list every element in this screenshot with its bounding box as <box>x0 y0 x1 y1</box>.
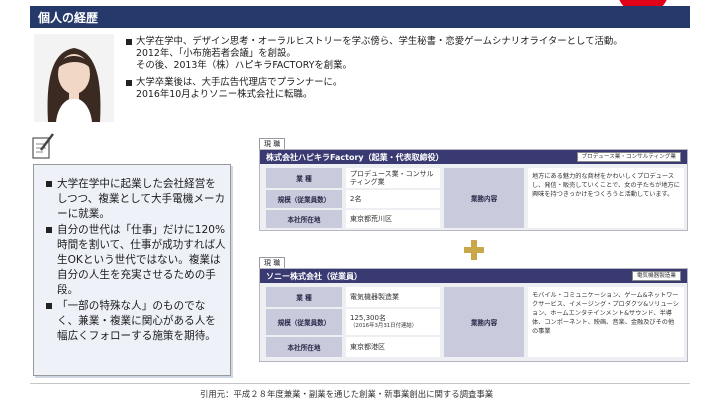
row-value: 東京都荒川区 <box>346 210 440 228</box>
biz-content: モバイル・コミュニケーション、ゲーム&ネットワークサービス、イメージング・プロダ… <box>528 287 684 357</box>
comment-item: 「一部の特殊な人」のものでなく、兼業・複業に関心がある人を幅広くフォローする施策… <box>46 299 226 344</box>
section-header: 個人の経歴 <box>30 6 690 28</box>
row-value-text: 東京都港区 <box>350 343 385 351</box>
bio-line: 2016年10月よりソニー株式会社に転職。 <box>136 89 313 100</box>
industry-badge: プロデュース業・コンサルティング業 <box>576 152 681 162</box>
bullet-icon <box>126 39 132 45</box>
comment-text: 自分の世代は「仕事」だけに120%時間を割いて、仕事が成功すれば人生OKという世… <box>57 224 226 296</box>
row-value-text: 125,300名 <box>350 314 386 322</box>
comment-box: 大学在学中に起業した会社経営をしつつ、複業として大手電機メーカーに就業。 自分の… <box>33 164 231 376</box>
row-value: 電気機器製造業 <box>346 287 440 307</box>
avatar <box>34 34 114 122</box>
row-value-note: （2016年3月31日付連結） <box>350 323 418 329</box>
biz-label: 業務内容 <box>444 287 524 357</box>
bullet-icon <box>46 181 52 187</box>
comment-text: 「一部の特殊な人」のものでなく、兼業・複業に関心がある人を幅広くフォローする施策… <box>57 300 216 342</box>
comment-item: 自分の世代は「仕事」だけに120%時間を割いて、仕事が成功すれば人生OKという世… <box>46 223 226 298</box>
company-card-2: ソニー株式会社（従業員） 電気機器製造業 業 種 電気機器製造業 規模（従業員数… <box>259 268 688 362</box>
row-value-text: プロデュース業・コンサルティング業 <box>350 170 434 186</box>
comment-list: 大学在学中に起業した会社経営をしつつ、複業として大手電機メーカーに就業。 自分の… <box>46 177 226 345</box>
row-value-text: 東京都荒川区 <box>350 215 392 223</box>
comment-text: 大学在学中に起業した会社経営をしつつ、複業として大手電機メーカーに就業。 <box>57 178 226 220</box>
biz-label: 業務内容 <box>444 168 524 228</box>
row-value: 東京都港区 <box>346 337 440 357</box>
plus-icon <box>464 240 484 260</box>
bio-line: その後、2013年（株）ハピキラFACTORYを創業。 <box>136 60 352 71</box>
row-label: 業 種 <box>266 287 342 307</box>
citation: 引用元：平成２８年度兼業・副業を通じた創業・新事業創出に関する調査事業 <box>200 389 494 399</box>
comment-item: 大学在学中に起業した会社経営をしつつ、複業として大手電機メーカーに就業。 <box>46 177 226 222</box>
row-label: 本社所在地 <box>266 210 342 228</box>
bio-item: 大学在学中、デザイン思考・オーラルヒストリーを学ぶ傍ら、学生秘書・恋愛ゲームシナ… <box>126 36 686 72</box>
row-value: 125,300名 （2016年3月31日付連結） <box>346 309 440 335</box>
note-pencil-icon <box>31 132 55 160</box>
company-card-1: 株式会社ハピキラFactory（起業・代表取締役） プロデュース業・コンサルティ… <box>259 149 688 231</box>
header-divider <box>30 28 690 30</box>
row-value-text: 2名 <box>350 195 362 203</box>
row-label: 業 種 <box>266 168 342 188</box>
row-value: 2名 <box>346 190 440 208</box>
top-bar <box>30 0 690 4</box>
industry-badge: 電気機器製造業 <box>631 271 681 281</box>
bullet-icon <box>46 303 52 309</box>
card-title: 株式会社ハピキラFactory（起業・代表取締役） <box>266 153 444 162</box>
row-value-text: 電気機器製造業 <box>350 293 399 301</box>
card-header: 株式会社ハピキラFactory（起業・代表取締役） プロデュース業・コンサルティ… <box>260 150 687 164</box>
bullet-icon <box>126 80 132 86</box>
bio-item: 大学卒業後は、大手広告代理店でプランナーに。 2016年10月よりソニー株式会社… <box>126 77 686 101</box>
card-header: ソニー株式会社（従業員） 電気機器製造業 <box>260 269 687 283</box>
bullet-icon <box>46 227 52 233</box>
row-label: 規模（従業員数） <box>266 190 342 208</box>
row-value: プロデュース業・コンサルティング業 <box>346 168 440 188</box>
bio-line: 大学在学中、デザイン思考・オーラルヒストリーを学ぶ傍ら、学生秘書・恋愛ゲームシナ… <box>136 36 623 47</box>
biz-content: 地方にある魅力的な商材をかわいしくプロデュース し、発信・販売していくことで、女… <box>528 168 684 228</box>
card-title: ソニー株式会社（従業員） <box>266 272 362 281</box>
bio-line: 大学卒業後は、大手広告代理店でプランナーに。 <box>136 77 343 88</box>
row-label: 規模（従業員数） <box>266 309 342 335</box>
bio-line: 2012年、「小布施若者会議」を創設。 <box>136 48 296 59</box>
section-title: 個人の経歴 <box>38 11 99 25</box>
row-label: 本社所在地 <box>266 337 342 357</box>
slide: 個人の経歴 大学在学中、デザイン思考・オーラルヒストリーを学ぶ傍ら、学生秘書・恋… <box>0 0 720 405</box>
footer-divider <box>30 383 690 384</box>
bio-list: 大学在学中、デザイン思考・オーラルヒストリーを学ぶ傍ら、学生秘書・恋愛ゲームシナ… <box>126 36 686 106</box>
